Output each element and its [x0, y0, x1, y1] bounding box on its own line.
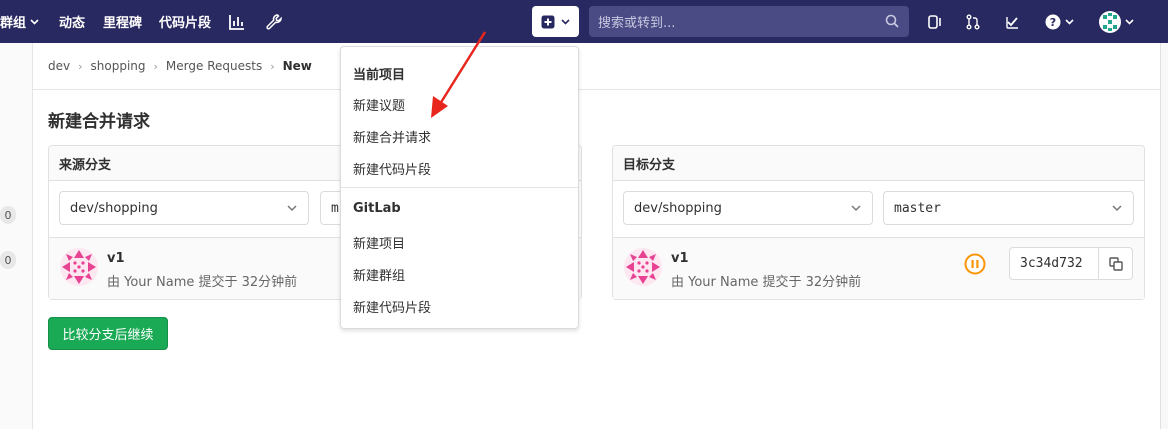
breadcrumb-current[interactable]: New	[283, 59, 312, 73]
dropdown-divider	[341, 187, 578, 188]
breadcrumb: dev › shopping › Merge Requests › New	[48, 59, 312, 73]
chevron-down-icon	[561, 18, 570, 25]
search-input[interactable]: 搜索或转到...	[589, 6, 909, 37]
nav-snippets[interactable]: 代码片段	[159, 0, 211, 43]
target-branch-header: 目标分支	[613, 146, 1144, 181]
search-placeholder: 搜索或转到...	[598, 16, 676, 31]
sidebar-collapsed: 0 0	[0, 43, 33, 429]
dropdown-item-new-snippet[interactable]: 新建代码片段	[353, 159, 431, 178]
target-commit-meta: 由 Your Name 提交于 32分钟前	[671, 275, 862, 290]
search-icon	[885, 14, 899, 28]
commit-author-avatar	[624, 248, 662, 286]
source-commit-title[interactable]: v1	[107, 251, 125, 266]
page-title: 新建合并请求	[48, 112, 150, 132]
issues-icon[interactable]	[925, 12, 945, 32]
dropdown-item-new-global-snippet[interactable]: 新建代码片段	[353, 297, 431, 316]
new-menu-dropdown: 当前项目 新建议题 新建合并请求 新建代码片段 GitLab 新建项目 新建群组…	[340, 46, 579, 329]
scrollbar-track[interactable]	[1160, 43, 1168, 429]
compare-branches-button[interactable]: 比较分支后继续	[48, 317, 168, 350]
nav-groups-label: 群组	[0, 16, 27, 31]
chevron-down-icon	[30, 18, 39, 25]
chevron-right-icon: ›	[270, 59, 275, 73]
svg-text:?: ?	[1049, 16, 1055, 29]
dropdown-header-gitlab: GitLab	[353, 201, 401, 216]
chevron-down-icon	[1064, 19, 1074, 25]
breadcrumb-dev[interactable]: dev	[48, 59, 70, 73]
chevron-down-icon	[287, 205, 297, 212]
breadcrumb-shopping[interactable]: shopping	[91, 59, 146, 73]
commit-sha[interactable]: 3c34d732	[1010, 256, 1098, 271]
todo-icon[interactable]	[1003, 12, 1023, 32]
sidebar-count-badge: 0	[0, 251, 16, 269]
divider	[33, 89, 1160, 90]
chevron-down-icon	[1112, 205, 1122, 212]
top-navbar: 群组 动态 里程碑 代码片段 搜索或转到... ?	[0, 0, 1168, 43]
pipeline-status-icon[interactable]	[964, 253, 986, 275]
commit-sha-group: 3c34d732	[1009, 247, 1133, 280]
nav-activity[interactable]: 动态	[59, 0, 85, 43]
user-avatar	[1098, 11, 1121, 33]
dropdown-item-new-merge-request[interactable]: 新建合并请求	[353, 127, 431, 146]
user-menu[interactable]	[1096, 10, 1136, 34]
commit-author-avatar	[60, 248, 98, 286]
target-branch-select[interactable]: master	[883, 191, 1134, 225]
wrench-icon[interactable]	[264, 12, 284, 32]
help-menu[interactable]: ?	[1042, 12, 1076, 32]
dropdown-item-new-group[interactable]: 新建群组	[353, 265, 405, 284]
copy-icon	[1108, 256, 1123, 271]
source-branch-value: m	[331, 200, 339, 216]
copy-sha-button[interactable]	[1098, 248, 1132, 279]
target-commit-title[interactable]: v1	[671, 251, 689, 266]
chevron-down-icon	[1124, 19, 1134, 25]
help-icon: ?	[1045, 14, 1060, 30]
chevron-right-icon: ›	[153, 59, 158, 73]
chart-icon[interactable]	[227, 12, 247, 32]
dropdown-item-new-issue[interactable]: 新建议题	[353, 95, 405, 114]
source-project-value: dev/shopping	[70, 200, 158, 216]
target-branch-value: master	[894, 200, 941, 216]
source-commit-meta: 由 Your Name 提交于 32分钟前	[107, 275, 298, 290]
chevron-right-icon: ›	[78, 59, 83, 73]
new-menu-button[interactable]	[532, 6, 579, 37]
target-project-select[interactable]: dev/shopping	[623, 191, 873, 225]
plus-square-icon	[541, 15, 555, 28]
target-project-value: dev/shopping	[634, 200, 722, 216]
dropdown-header-current-project: 当前项目	[353, 68, 406, 83]
sidebar-count-badge: 0	[0, 206, 16, 224]
chevron-down-icon	[851, 205, 861, 212]
merge-request-icon[interactable]	[963, 12, 983, 32]
nav-milestones[interactable]: 里程碑	[103, 0, 142, 43]
nav-groups[interactable]: 群组	[0, 0, 39, 43]
breadcrumb-merge-requests[interactable]: Merge Requests	[166, 59, 262, 73]
dropdown-item-new-project[interactable]: 新建项目	[353, 233, 405, 252]
source-project-select[interactable]: dev/shopping	[59, 191, 309, 225]
